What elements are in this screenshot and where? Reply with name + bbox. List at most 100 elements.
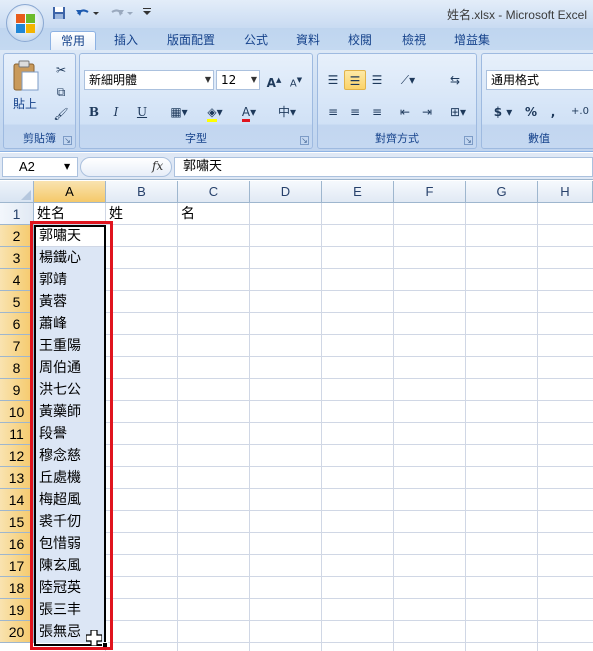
font-launcher-icon[interactable]: ↘ (300, 136, 309, 145)
row-header-18[interactable]: 18 (0, 577, 34, 599)
number-format-combo[interactable]: 通用格式 (486, 70, 593, 90)
percent-button[interactable]: % (522, 102, 540, 122)
row-header-19[interactable]: 19 (0, 599, 34, 621)
redo-icon[interactable] (106, 6, 136, 22)
save-icon[interactable] (50, 6, 68, 22)
column-header-c[interactable]: C (178, 181, 250, 203)
grid-hline (34, 268, 593, 269)
row-header-15[interactable]: 15 (0, 511, 34, 533)
cell-b1[interactable]: 姓 (106, 203, 178, 225)
undo-icon[interactable] (72, 6, 102, 22)
paste-button[interactable]: 貼上 (10, 58, 40, 114)
decrease-indent-icon[interactable]: ⇤ (394, 102, 416, 122)
copy-icon[interactable]: ⧉ (52, 82, 70, 102)
comma-button[interactable]: , (544, 102, 562, 122)
align-middle-icon[interactable]: ☰ (344, 70, 366, 90)
office-button[interactable] (6, 4, 44, 42)
cell-c1[interactable]: 名 (178, 203, 250, 225)
increase-decimal-button[interactable]: +.0 (566, 102, 593, 122)
align-top-icon[interactable]: ☰ (322, 70, 344, 90)
select-all-button[interactable] (0, 181, 34, 203)
font-name-combo[interactable]: 新細明體 ▼ (84, 70, 214, 90)
grid-hline (34, 642, 593, 643)
row-header-5[interactable]: 5 (0, 291, 34, 313)
row-header-10[interactable]: 10 (0, 401, 34, 423)
chevron-down-icon[interactable]: ▼ (64, 162, 70, 171)
italic-button[interactable]: I (106, 102, 126, 122)
tab-data[interactable]: 資料 (286, 31, 330, 50)
tab-add-ins[interactable]: 增益集 (444, 31, 500, 50)
row-header-1[interactable]: 1 (0, 203, 34, 225)
fill-color-icon[interactable]: ◈▾ (200, 102, 230, 122)
increase-indent-icon[interactable]: ⇥ (416, 102, 438, 122)
grid-hline (34, 312, 593, 313)
font-name-value: 新細明體 (89, 73, 138, 87)
column-header-a[interactable]: A (34, 181, 106, 203)
column-header-h[interactable]: H (538, 181, 593, 203)
underline-button[interactable]: U (128, 102, 156, 122)
row-header-17[interactable]: 17 (0, 555, 34, 577)
column-header-g[interactable]: G (466, 181, 538, 203)
customize-icon[interactable] (140, 6, 154, 22)
grid-hline (34, 576, 593, 577)
grow-font-button[interactable]: A▲ (264, 70, 284, 90)
borders-icon[interactable]: ▦▾ (164, 102, 194, 122)
grid-hline (34, 598, 593, 599)
paste-label: 貼上 (12, 97, 37, 111)
row-header-20[interactable]: 20 (0, 621, 34, 643)
tab-formulas[interactable]: 公式 (234, 31, 278, 50)
grid-hline (34, 378, 593, 379)
tab-page-layout[interactable]: 版面配置 (158, 31, 224, 50)
row-header-3[interactable]: 3 (0, 247, 34, 269)
font-size-value: 12 (221, 73, 237, 87)
grid-vline (537, 203, 538, 651)
column-header-e[interactable]: E (322, 181, 394, 203)
alignment-launcher-icon[interactable]: ↘ (464, 136, 473, 145)
format-painter-icon[interactable]: 🖌 (52, 104, 70, 124)
row-header-12[interactable]: 12 (0, 445, 34, 467)
phonetic-icon[interactable]: 中▾ (270, 102, 304, 122)
merge-center-icon[interactable]: ⊞▾ (444, 102, 472, 122)
currency-button[interactable]: $ ▾ (488, 102, 518, 122)
font-size-combo[interactable]: 12 ▼ (216, 70, 260, 90)
row-header-9[interactable]: 9 (0, 379, 34, 401)
align-left-icon[interactable]: ≡ (322, 102, 344, 122)
tab-insert[interactable]: 插入 (104, 31, 148, 50)
grid-hline (34, 466, 593, 467)
wrap-text-icon[interactable]: ⇆ (444, 70, 466, 90)
column-header-b[interactable]: B (106, 181, 178, 203)
alignment-group: ☰ ☰ ☰ ⟋▾ ⇆ ≡ ≡ ≡ ⇤ ⇥ ⊞▾ 對齊方式 ↘ (317, 53, 477, 149)
clipboard-launcher-icon[interactable]: ↘ (63, 136, 72, 145)
row-header-4[interactable]: 4 (0, 269, 34, 291)
row-header-14[interactable]: 14 (0, 489, 34, 511)
row-header-11[interactable]: 11 (0, 423, 34, 445)
align-bottom-icon[interactable]: ☰ (366, 70, 388, 90)
font-color-icon[interactable]: A▾ (234, 102, 264, 122)
tab-view[interactable]: 檢視 (392, 31, 436, 50)
row-header-8[interactable]: 8 (0, 357, 34, 379)
bold-button[interactable]: B (84, 102, 104, 122)
grid-hline (34, 620, 593, 621)
column-header-d[interactable]: D (250, 181, 322, 203)
row-header-7[interactable]: 7 (0, 335, 34, 357)
formula-input[interactable]: 郭嘯天 (174, 157, 593, 177)
column-header-f[interactable]: F (394, 181, 466, 203)
tab-review[interactable]: 校閱 (338, 31, 382, 50)
row-header-6[interactable]: 6 (0, 313, 34, 335)
cut-icon[interactable]: ✂ (52, 60, 70, 80)
align-center-icon[interactable]: ≡ (344, 102, 366, 122)
worksheet-grid[interactable]: ABCDEFGH 1 2 3 4 5 6 7 8 9 10 11 12 13 14 15 16 17 18 19 20… (0, 181, 593, 651)
grid-hline (34, 510, 593, 511)
tab-home[interactable]: 常用 (50, 31, 96, 50)
align-right-icon[interactable]: ≡ (366, 102, 388, 122)
row-header-2[interactable]: 2 (0, 225, 34, 247)
highlight-annotation (30, 221, 113, 650)
shrink-font-button[interactable]: A▼ (286, 70, 306, 90)
font-label: 字型 (185, 132, 207, 145)
row-header-16[interactable]: 16 (0, 533, 34, 555)
orientation-icon[interactable]: ⟋▾ (394, 70, 422, 90)
row-header-13[interactable]: 13 (0, 467, 34, 489)
insert-function-icon[interactable]: fx (152, 159, 163, 173)
clipboard-group: 貼上 ✂ ⧉ 🖌 剪貼簿 ↘ (3, 53, 76, 149)
grid-hline (34, 554, 593, 555)
